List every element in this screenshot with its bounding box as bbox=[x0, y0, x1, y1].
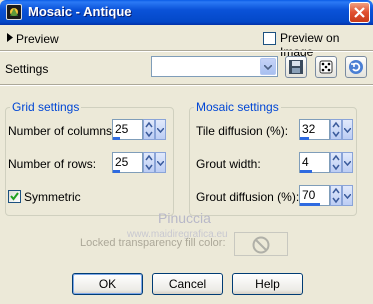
grout-diffusion-label: Grout diffusion (%): bbox=[196, 190, 300, 204]
rows-value: 25 bbox=[115, 155, 129, 169]
rows-level-bar bbox=[113, 170, 120, 173]
checkmark-icon bbox=[10, 192, 19, 201]
divider bbox=[0, 84, 373, 86]
rows-stepper[interactable]: 25 bbox=[112, 152, 166, 174]
up-down-arrows-icon bbox=[332, 121, 340, 138]
columns-label: Number of columns: bbox=[8, 124, 116, 138]
window-title: Mosaic - Antique bbox=[28, 4, 132, 19]
ok-button[interactable]: OK bbox=[72, 273, 143, 295]
preview-toggle[interactable]: Preview bbox=[16, 32, 59, 46]
paint-shop-pro-icon[interactable] bbox=[6, 4, 22, 20]
preview-on-image-label: Preview on Image bbox=[280, 31, 340, 59]
tile-diffusion-stepper[interactable]: 32 bbox=[299, 119, 353, 141]
locked-fill-color-swatch bbox=[234, 232, 288, 256]
save-preset-button[interactable] bbox=[285, 56, 307, 78]
expand-arrow-icon[interactable] bbox=[7, 33, 13, 42]
columns-value: 25 bbox=[115, 122, 129, 136]
grout-width-spin-arrows[interactable] bbox=[330, 152, 342, 173]
chevron-down-icon bbox=[157, 161, 164, 166]
tile-diffusion-label: Tile diffusion (%): bbox=[196, 124, 289, 138]
columns-stepper[interactable]: 25 bbox=[112, 119, 166, 141]
symmetric-checkbox[interactable] bbox=[8, 190, 21, 203]
rows-spin-arrows[interactable] bbox=[143, 152, 155, 173]
tile-diffusion-level-bar bbox=[300, 137, 309, 140]
grout-width-dropdown[interactable] bbox=[342, 152, 353, 173]
randomize-button[interactable] bbox=[315, 56, 337, 78]
grout-diffusion-value: 70 bbox=[302, 188, 316, 202]
chevron-down-icon bbox=[344, 194, 351, 199]
settings-label: Settings bbox=[5, 62, 49, 76]
grout-diffusion-dropdown[interactable] bbox=[342, 185, 353, 206]
save-icon bbox=[289, 60, 303, 74]
chevron-down-icon bbox=[344, 161, 351, 166]
tile-diffusion-value: 32 bbox=[302, 122, 316, 136]
tile-diffusion-spin-arrows[interactable] bbox=[330, 119, 342, 140]
mosaic-settings-title: Mosaic settings bbox=[194, 100, 281, 114]
rows-dropdown[interactable] bbox=[155, 152, 166, 173]
columns-spin-arrows[interactable] bbox=[143, 119, 155, 140]
divider bbox=[0, 50, 373, 52]
grout-diffusion-level-bar bbox=[300, 203, 320, 206]
grout-diffusion-spin-arrows[interactable] bbox=[330, 185, 342, 206]
close-icon bbox=[354, 7, 365, 18]
chevron-down-icon bbox=[264, 65, 272, 70]
grout-width-level-bar bbox=[300, 170, 312, 173]
dropdown-button[interactable] bbox=[260, 58, 276, 75]
tile-diffusion-dropdown[interactable] bbox=[342, 119, 353, 140]
help-button[interactable]: Help bbox=[232, 273, 303, 295]
grout-width-label: Grout width: bbox=[196, 157, 261, 171]
title-bar: Mosaic - Antique bbox=[0, 0, 373, 25]
preset-dropdown[interactable] bbox=[151, 56, 278, 77]
grout-diffusion-stepper[interactable]: 70 bbox=[299, 185, 353, 207]
up-down-arrows-icon bbox=[145, 121, 153, 138]
reset-icon bbox=[349, 60, 363, 74]
cancel-button[interactable]: Cancel bbox=[152, 273, 223, 295]
rows-label: Number of rows: bbox=[8, 157, 97, 171]
up-down-arrows-icon bbox=[145, 154, 153, 171]
columns-dropdown[interactable] bbox=[155, 119, 166, 140]
dice-icon bbox=[319, 60, 333, 74]
symmetric-label: Symmetric bbox=[24, 190, 81, 204]
locked-transparency-label: Locked transparency fill color: bbox=[80, 237, 226, 249]
chevron-down-icon bbox=[344, 128, 351, 133]
preview-on-image-checkbox[interactable] bbox=[263, 32, 276, 45]
up-down-arrows-icon bbox=[332, 187, 340, 204]
grid-settings-title: Grid settings bbox=[10, 100, 82, 114]
no-entry-icon bbox=[252, 236, 270, 254]
chevron-down-icon bbox=[157, 128, 164, 133]
reset-button[interactable] bbox=[345, 56, 367, 78]
grout-width-stepper[interactable]: 4 bbox=[299, 152, 353, 174]
close-button[interactable] bbox=[349, 2, 370, 23]
columns-level-bar bbox=[113, 137, 120, 140]
up-down-arrows-icon bbox=[332, 154, 340, 171]
grout-width-value: 4 bbox=[302, 155, 309, 169]
watermark-name: Pinuccia bbox=[158, 210, 211, 226]
